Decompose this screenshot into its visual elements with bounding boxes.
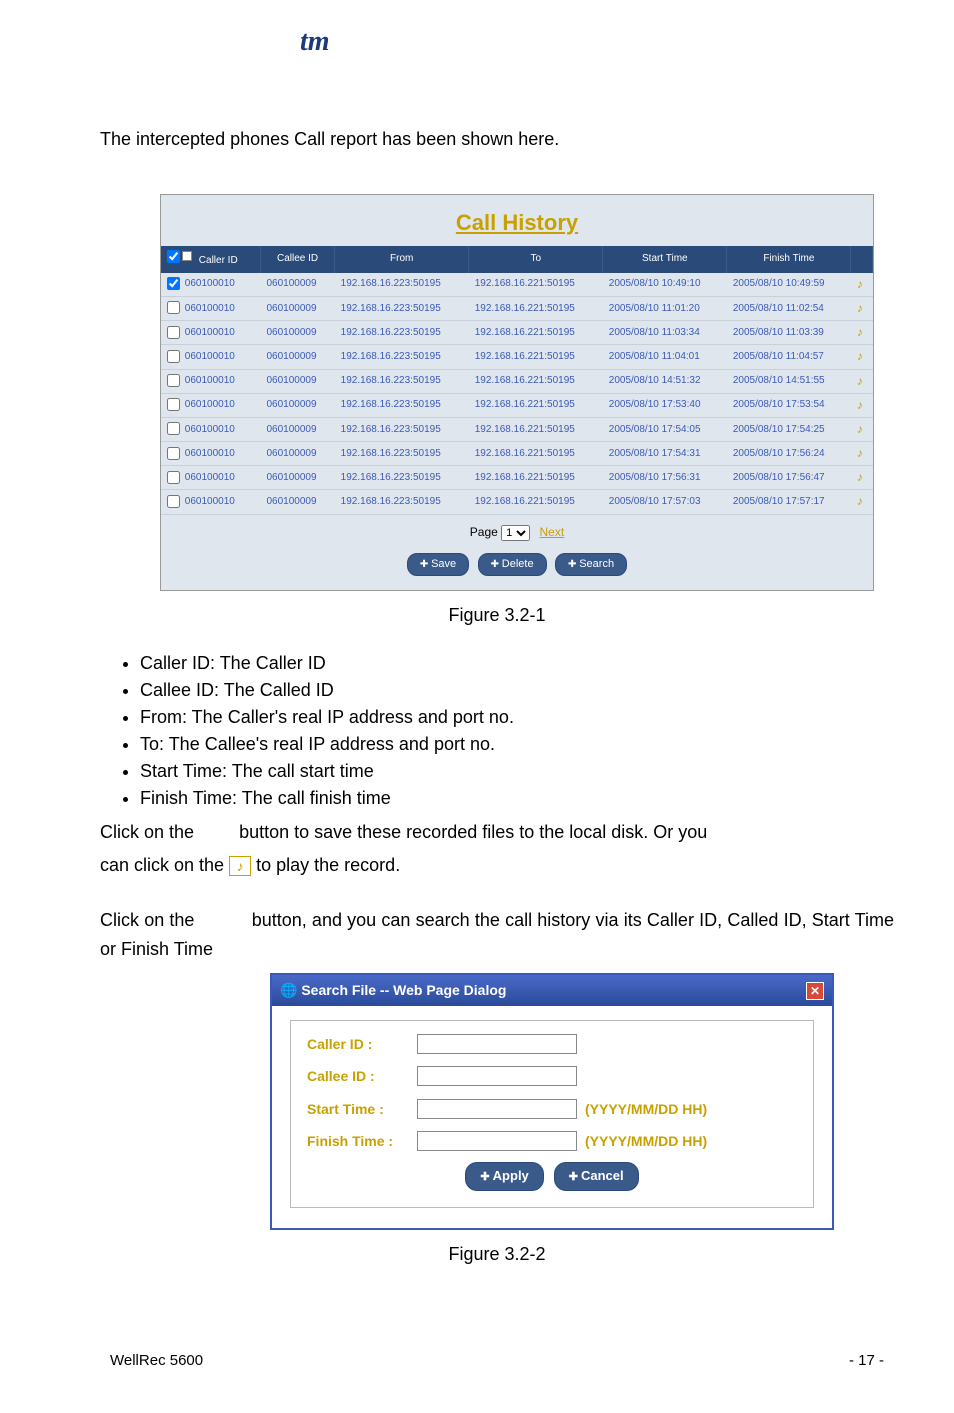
dialog-title-text: 🌐 Search File -- Web Page Dialog [280,979,506,1001]
col-caller-id: Caller ID [161,246,260,273]
music-note-icon[interactable]: ♪ [857,277,863,291]
row-checkbox[interactable] [167,350,180,363]
search-dialog: 🌐 Search File -- Web Page Dialog ✕ Calle… [270,973,834,1230]
button-row: Save Delete Search [161,546,873,581]
row-checkbox[interactable] [167,471,180,484]
col-to: To [469,246,603,273]
pager: Page 1 Next [161,515,873,546]
figure-2-caption: Figure 3.2-2 [100,1240,894,1269]
row-checkbox[interactable] [167,374,180,387]
music-note-icon[interactable]: ♪ [857,301,863,315]
caller-id-input[interactable] [417,1034,577,1054]
col-from: From [335,246,469,273]
start-time-input[interactable] [417,1099,577,1119]
footer: WellRec 5600 - 17 - [100,1349,894,1373]
table-row: 060100010060100009192.168.16.223:5019519… [161,417,873,441]
footer-left: WellRec 5600 [110,1349,203,1373]
row-checkbox[interactable] [167,447,180,460]
list-item: Start Time: The call start time [140,758,894,785]
row-checkbox[interactable] [167,301,180,314]
row-checkbox[interactable] [167,495,180,508]
table-row: 060100010060100009192.168.16.223:5019519… [161,369,873,393]
table-row: 060100010060100009192.168.16.223:5019519… [161,296,873,320]
finish-time-label: Finish Time : [307,1130,417,1152]
next-link[interactable]: Next [540,525,565,539]
music-note-icon[interactable]: ♪ [857,446,863,460]
col-play [851,246,873,273]
apply-button[interactable]: Apply [465,1162,543,1191]
table-row: 060100010060100009192.168.16.223:5019519… [161,345,873,369]
table-row: 060100010060100009192.168.16.223:5019519… [161,490,873,514]
start-hint: (YYYY/MM/DD HH) [585,1098,707,1120]
para-search: Click on the button, and you can search … [100,906,894,964]
cancel-button[interactable]: Cancel [554,1162,639,1191]
row-checkbox[interactable] [167,398,180,411]
list-item: Callee ID: The Called ID [140,677,894,704]
footer-page: - 17 - [849,1349,884,1373]
call-history-title: Call History [161,195,873,246]
page-select[interactable]: 1 [501,525,530,541]
figure-1-caption: Figure 3.2-1 [100,601,894,630]
start-time-label: Start Time : [307,1098,417,1120]
call-history-panel: Call History Caller ID Callee ID From To… [160,194,874,592]
col-start-time: Start Time [603,246,727,273]
music-note-icon[interactable]: ♪ [857,325,863,339]
bullet-list: Caller ID: The Caller IDCallee ID: The C… [100,650,894,812]
save-button[interactable]: Save [407,553,469,577]
finish-hint: (YYYY/MM/DD HH) [585,1130,707,1152]
call-history-table: Caller ID Callee ID From To Start Time F… [161,246,873,515]
callee-id-input[interactable] [417,1066,577,1086]
finish-time-input[interactable] [417,1131,577,1151]
page-label: Page [470,525,498,539]
row-checkbox[interactable] [167,422,180,435]
row-checkbox[interactable] [167,326,180,339]
delete-button[interactable]: Delete [478,553,547,577]
table-row: 060100010060100009192.168.16.223:5019519… [161,273,873,297]
music-note-icon[interactable]: ♪ [857,349,863,363]
close-icon[interactable]: ✕ [806,982,824,1000]
list-item: To: The Callee's real IP address and por… [140,731,894,758]
list-item: From: The Caller's real IP address and p… [140,704,894,731]
col-callee-id: Callee ID [260,246,334,273]
music-note-icon[interactable]: ♪ [857,494,863,508]
caller-id-label: Caller ID : [307,1033,417,1055]
list-item: Finish Time: The call finish time [140,785,894,812]
table-row: 060100010060100009192.168.16.223:5019519… [161,393,873,417]
para-save: Click on the button to save these record… [100,818,894,847]
search-button[interactable]: Search [555,553,627,577]
para-play: can click on the ♪ to play the record. [100,851,894,880]
table-row: 060100010060100009192.168.16.223:5019519… [161,321,873,345]
table-row: 060100010060100009192.168.16.223:5019519… [161,442,873,466]
row-checkbox[interactable] [167,277,180,290]
logo: tm [300,20,894,65]
col-finish-time: Finish Time [727,246,851,273]
list-item: Caller ID: The Caller ID [140,650,894,677]
callee-id-label: Callee ID : [307,1065,417,1087]
intro-text: The intercepted phones Call report has b… [100,125,894,154]
dialog-titlebar: 🌐 Search File -- Web Page Dialog ✕ [272,975,832,1005]
music-note-icon[interactable]: ♪ [857,374,863,388]
music-note-icon[interactable]: ♪ [857,422,863,436]
music-note-icon[interactable]: ♪ [857,470,863,484]
select-all-checkbox[interactable] [167,250,180,263]
table-row: 060100010060100009192.168.16.223:5019519… [161,466,873,490]
logo-text: tm [300,26,330,57]
music-note-icon: ♪ [229,856,251,876]
music-note-icon[interactable]: ♪ [857,398,863,412]
